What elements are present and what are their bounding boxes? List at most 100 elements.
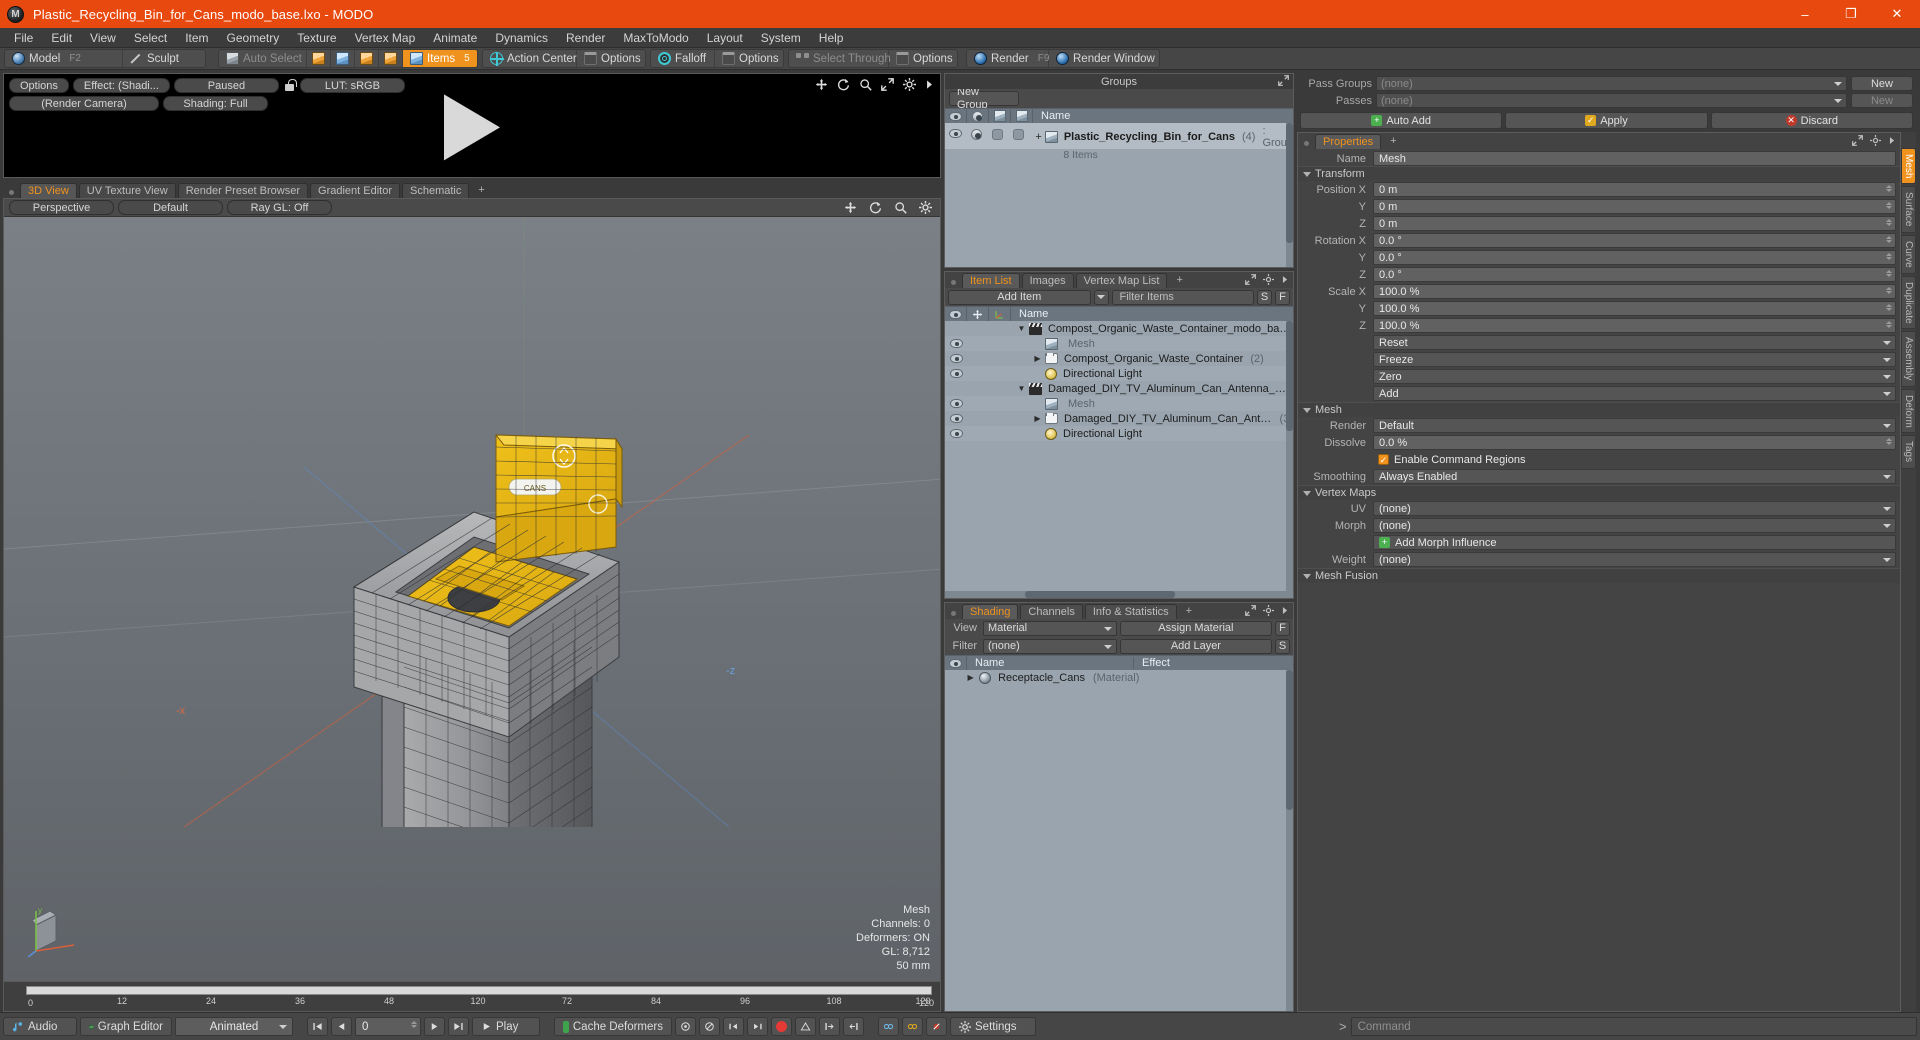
transform-property-field[interactable]: 0.0 ° <box>1373 233 1896 248</box>
group-expander[interactable]: + <box>1035 131 1041 143</box>
tab-uv-texture-view[interactable]: UV Texture View <box>78 183 176 198</box>
timeline-ruler[interactable]: 0 12 24 36 48 120 72 84 96 108 120 120 <box>3 982 941 1012</box>
weight-dropdown[interactable]: (none) <box>1373 552 1896 567</box>
filter-f-button[interactable]: F <box>1275 289 1290 305</box>
transform-property-field[interactable]: 0 m <box>1373 199 1896 214</box>
cache-deformers-button[interactable]: Cache Deformers <box>554 1017 672 1036</box>
skip-end-button[interactable] <box>448 1017 469 1036</box>
item-list-row[interactable]: ▶ Compost_Organic_Waste_Container (2) <box>945 351 1293 366</box>
transform-property-field[interactable]: 0 m <box>1373 216 1896 231</box>
tab-menu-dot-icon[interactable] <box>9 190 14 195</box>
item-list-scroll-thumb[interactable] <box>1286 321 1293 431</box>
item-row-cell[interactable] <box>945 339 967 348</box>
row-shade-icon[interactable] <box>971 129 983 140</box>
tab-item-list[interactable]: Item List <box>962 273 1020 288</box>
menu-file[interactable]: File <box>5 28 42 48</box>
range-end-button[interactable] <box>843 1017 864 1036</box>
close-button[interactable]: ✕ <box>1874 0 1920 28</box>
resize-icon[interactable] <box>881 78 894 91</box>
smoothing-dropdown[interactable]: Always Enabled <box>1373 469 1896 484</box>
menu-maxtomodo[interactable]: MaxToModo <box>614 28 697 48</box>
row-visibility-eye-icon[interactable] <box>949 339 963 348</box>
menu-select[interactable]: Select <box>125 28 176 48</box>
row-visibility-eye-icon[interactable] <box>949 399 963 408</box>
mesh-dissolve-field[interactable]: 0.0 % <box>1373 435 1896 450</box>
viewport-rotate-icon[interactable] <box>869 201 882 214</box>
record-button[interactable] <box>771 1017 792 1036</box>
preview-paused-button[interactable]: Paused <box>173 78 279 93</box>
play-button[interactable]: Play <box>472 1017 540 1036</box>
morph-dropdown[interactable]: (none) <box>1373 518 1896 533</box>
row-visibility-eye-icon[interactable] <box>949 414 963 423</box>
command-input[interactable]: Command <box>1350 1017 1917 1036</box>
key-button[interactable] <box>675 1017 696 1036</box>
transform-spinner[interactable] <box>1886 253 1892 260</box>
preview-camera-button[interactable]: (Render Camera) <box>9 96 159 111</box>
shading-scroll-thumb[interactable] <box>1286 670 1293 811</box>
row-visibility-eye-icon[interactable] <box>949 429 963 438</box>
preview-play-icon[interactable] <box>444 93 500 160</box>
row-visibility-eye-icon[interactable] <box>949 369 963 378</box>
shading-scrollbar[interactable] <box>1286 670 1293 1011</box>
add-morph-influence-button[interactable]: + Add Morph Influence <box>1373 535 1896 550</box>
range-start-button[interactable] <box>819 1017 840 1036</box>
select-through-options-button[interactable]: Options <box>889 50 957 67</box>
viewport-3d-canvas[interactable]: CANS -x -z y Mesh Channels: 0 Deformers:… <box>4 217 940 981</box>
frame-field[interactable]: 0 <box>355 1017 421 1036</box>
tab-images[interactable]: Images <box>1021 273 1074 288</box>
preview-lut-button[interactable]: LUT: sRGB <box>299 78 405 93</box>
preview-shading-button[interactable]: Shading: Full <box>163 96 268 111</box>
item-list-table-body[interactable]: ▼ Compost_Organic_Waste_Container_modo_ba… <box>945 321 1293 592</box>
transform-property-field[interactable]: 0.0 ° <box>1373 250 1896 265</box>
menu-texture[interactable]: Texture <box>288 28 345 48</box>
shading-view-dropdown[interactable]: Material <box>983 620 1117 636</box>
tab-schematic[interactable]: Schematic <box>402 183 470 198</box>
vtab-mesh[interactable]: Mesh <box>1901 148 1916 185</box>
transform-action-button[interactable]: Add <box>1373 386 1896 401</box>
menu-layout[interactable]: Layout <box>698 28 752 48</box>
groups-scrollbar[interactable] <box>1286 123 1293 267</box>
transform-spinner[interactable] <box>1886 270 1892 277</box>
name-field[interactable]: Mesh <box>1373 151 1896 166</box>
tab-gradient-editor[interactable]: Gradient Editor <box>310 183 400 198</box>
item-row-cell[interactable] <box>945 354 967 363</box>
skip-start-button[interactable] <box>307 1017 328 1036</box>
transform-spinner[interactable] <box>1886 321 1892 328</box>
tab-info-statistics[interactable]: Info & Statistics <box>1084 604 1177 620</box>
item-list-row[interactable]: Directional Light <box>945 366 1293 381</box>
falloff-options-button[interactable]: Options <box>715 50 783 67</box>
passes-dropdown[interactable]: (none) <box>1376 93 1847 108</box>
transform-spinner[interactable] <box>1886 202 1892 209</box>
maximize-button[interactable]: ❐ <box>1828 0 1874 28</box>
ruler-range-bar[interactable] <box>26 986 932 995</box>
item-list-row[interactable]: ▼ Compost_Organic_Waste_Container_modo_ba… <box>945 321 1293 336</box>
vertex-mode-button[interactable] <box>307 50 331 67</box>
item-list-row[interactable]: Directional Light <box>945 426 1293 441</box>
menu-item[interactable]: Item <box>176 28 217 48</box>
minimize-button[interactable]: – <box>1782 0 1828 28</box>
properties-gear-icon[interactable] <box>1870 135 1881 146</box>
items-mode-button[interactable]: Items 5 <box>403 50 477 67</box>
transform-spinner[interactable] <box>1886 304 1892 311</box>
tab-vertex-map-list[interactable]: Vertex Map List <box>1075 273 1168 288</box>
properties-tab-dot-icon[interactable] <box>1304 141 1309 146</box>
transform-spinner[interactable] <box>1886 287 1892 294</box>
transform-property-field[interactable]: 100.0 % <box>1373 284 1896 299</box>
item-list-tab-dot-icon[interactable] <box>951 280 956 285</box>
break-button[interactable] <box>926 1017 947 1036</box>
item-row-twisty[interactable]: ▼ <box>1017 324 1026 333</box>
zoom-icon[interactable] <box>859 78 872 91</box>
vtab-curve[interactable]: Curve <box>1901 234 1916 274</box>
transform-section-header[interactable]: Transform <box>1298 166 1900 181</box>
viewport-move-icon[interactable] <box>844 201 857 214</box>
transform-property-field[interactable]: 100.0 % <box>1373 318 1896 333</box>
mesh-fusion-section-header[interactable]: Mesh Fusion <box>1298 568 1900 583</box>
vertex-maps-section-header[interactable]: Vertex Maps <box>1298 485 1900 500</box>
viewport-raygl-button[interactable]: Ray GL: Off <box>227 200 332 215</box>
shading-expand-icon[interactable] <box>1245 605 1256 617</box>
viewport-default-button[interactable]: Default <box>118 200 223 215</box>
menu-edit[interactable]: Edit <box>42 28 81 48</box>
tab-properties[interactable]: Properties <box>1315 134 1382 149</box>
settings-button[interactable]: Settings <box>950 1017 1036 1036</box>
audio-button[interactable]: Audio <box>3 1017 77 1036</box>
